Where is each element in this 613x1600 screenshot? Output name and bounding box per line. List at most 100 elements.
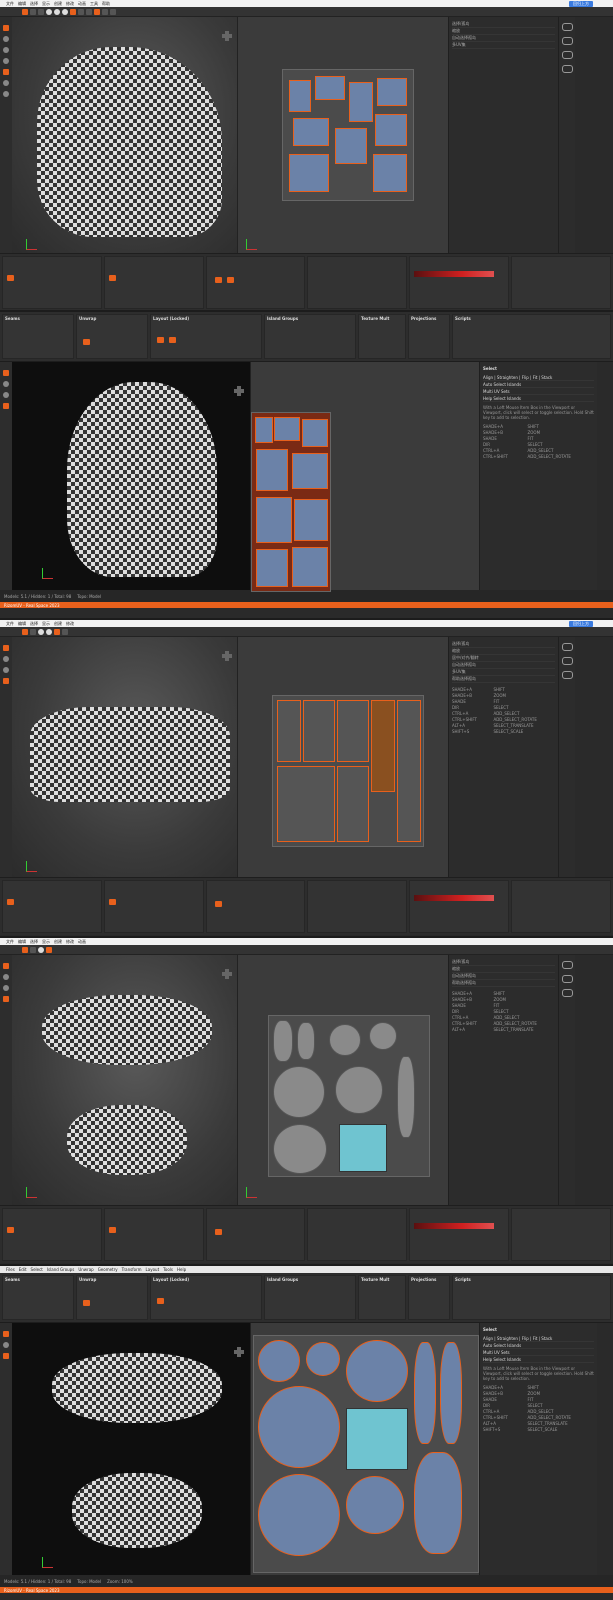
menu-item[interactable]: Transform: [122, 1267, 142, 1272]
viewport-3d[interactable]: [12, 1323, 250, 1575]
menu-item[interactable]: 创建: [54, 621, 62, 627]
menu-item[interactable]: 显示: [42, 1, 50, 7]
nav-cube-icon[interactable]: [234, 1347, 244, 1357]
pack-button[interactable]: [214, 1229, 222, 1235]
menu-item[interactable]: Unwrap: [78, 1267, 93, 1272]
menu-item[interactable]: 选择: [30, 939, 38, 945]
unwrap-button[interactable]: [108, 275, 116, 281]
move-icon[interactable]: [3, 36, 9, 42]
menu-item[interactable]: 创建: [54, 939, 62, 945]
rotate-icon[interactable]: [3, 985, 9, 991]
pack-button[interactable]: [157, 337, 164, 343]
side-row[interactable]: 居中/对齐/翻转: [452, 655, 555, 662]
menu-item[interactable]: 工具: [90, 1, 98, 7]
menu-item[interactable]: 动画: [78, 1, 86, 7]
brush-icon[interactable]: [3, 1353, 9, 1359]
rotate-icon[interactable]: [3, 392, 9, 398]
sphere-icon[interactable]: [46, 8, 52, 15]
menu-item[interactable]: Select: [31, 1267, 43, 1272]
sphere-icon[interactable]: [38, 946, 44, 953]
scale-icon[interactable]: [3, 58, 9, 64]
pack-button[interactable]: [169, 337, 176, 343]
menu-item[interactable]: Layout: [146, 1267, 160, 1272]
menu-item[interactable]: Geometry: [98, 1267, 118, 1272]
rotate-icon[interactable]: [3, 47, 9, 53]
pack-button[interactable]: [226, 277, 234, 283]
viewport-uv[interactable]: [237, 17, 448, 253]
multi-uv-row[interactable]: Multi UV Sets: [483, 1349, 594, 1356]
viewport-3d[interactable]: [12, 637, 237, 877]
menu-item[interactable]: 显示: [42, 939, 50, 945]
side-row[interactable]: 缩放: [452, 966, 555, 973]
pack-icon[interactable]: [94, 8, 100, 15]
brush-icon[interactable]: [3, 69, 9, 75]
menu-item[interactable]: Files: [6, 1267, 15, 1272]
viewport-3d[interactable]: [12, 17, 237, 253]
magnet-icon[interactable]: [561, 643, 573, 651]
zoom-icon[interactable]: [102, 8, 108, 15]
nav-cube-icon[interactable]: [222, 969, 232, 979]
menu-item[interactable]: 选择: [30, 1, 38, 7]
side-row[interactable]: 多UV集: [452, 669, 555, 676]
side-row[interactable]: 多UV集: [452, 42, 555, 49]
side-row[interactable]: 缩放: [452, 648, 555, 655]
multi-uv-row[interactable]: Multi UV Sets: [483, 388, 594, 395]
nav-cube-icon[interactable]: [234, 386, 244, 396]
auto-select-row[interactable]: Auto Select Islands: [483, 1342, 594, 1349]
seam-icon[interactable]: [22, 8, 28, 15]
nav-cube-icon[interactable]: [222, 651, 232, 661]
select-icon[interactable]: [3, 25, 9, 31]
side-row[interactable]: 选择/孤岛: [452, 959, 555, 966]
magnet-icon[interactable]: [561, 989, 573, 997]
side-row[interactable]: 帮助选择孤岛: [452, 980, 555, 987]
menu-item[interactable]: Edit: [19, 1267, 27, 1272]
unwrap-button[interactable]: [83, 339, 90, 345]
move-icon[interactable]: [3, 656, 9, 662]
pack-button[interactable]: [214, 277, 222, 283]
cloud-button[interactable]: 回归上方: [569, 620, 593, 627]
grid-icon[interactable]: [62, 628, 68, 635]
viewport-uv[interactable]: [250, 1323, 479, 1575]
seams-button[interactable]: [7, 275, 14, 281]
move-icon[interactable]: [3, 974, 9, 980]
help-row[interactable]: Help Select Islands: [483, 395, 594, 402]
select-icon[interactable]: [3, 963, 9, 969]
undo-icon[interactable]: [30, 8, 36, 15]
move-icon[interactable]: [3, 1342, 9, 1348]
redo-icon[interactable]: [38, 8, 44, 15]
menu-item[interactable]: 文件: [6, 621, 14, 627]
eye-icon[interactable]: [3, 91, 9, 97]
light-icon[interactable]: [3, 80, 9, 86]
sphere-icon[interactable]: [54, 8, 60, 15]
menu-item[interactable]: 创建: [54, 1, 62, 7]
seam-icon[interactable]: [22, 628, 28, 635]
menu-item[interactable]: 显示: [42, 621, 50, 627]
nav-cube-icon[interactable]: [222, 31, 232, 41]
viewport-uv[interactable]: [250, 362, 479, 592]
auto-select-row[interactable]: Auto Select Islands: [483, 381, 594, 388]
viewport-uv[interactable]: [237, 637, 448, 877]
side-row[interactable]: 自动选择孤岛: [452, 662, 555, 669]
side-row[interactable]: 帮助选择孤岛: [452, 676, 555, 683]
menu-item[interactable]: 帮助: [102, 1, 110, 7]
move-icon[interactable]: [3, 381, 9, 387]
menu-item[interactable]: Help: [177, 1267, 186, 1272]
menu-item[interactable]: 编辑: [18, 939, 26, 945]
help-row[interactable]: Help Select Islands: [483, 1356, 594, 1363]
magnet-icon[interactable]: [561, 23, 573, 31]
viewport-3d[interactable]: [12, 955, 237, 1205]
menu-item[interactable]: 文件: [6, 939, 14, 945]
align-row[interactable]: Align | Straighten | Flip | Fit | Stack: [483, 374, 594, 381]
seams-button[interactable]: [7, 899, 14, 905]
menu-item[interactable]: 修改: [66, 1, 74, 7]
magnet-icon[interactable]: [561, 65, 573, 73]
cut-icon[interactable]: [70, 8, 76, 15]
magnet-icon[interactable]: [561, 975, 573, 983]
unwrap-button[interactable]: [108, 899, 116, 905]
cut-icon[interactable]: [54, 628, 60, 635]
side-row[interactable]: 选择/孤岛: [452, 21, 555, 28]
cloud-button[interactable]: 回归上方: [569, 0, 593, 7]
magnet-icon[interactable]: [561, 51, 573, 59]
unwrap-button[interactable]: [108, 1227, 116, 1233]
select-icon[interactable]: [3, 370, 9, 376]
